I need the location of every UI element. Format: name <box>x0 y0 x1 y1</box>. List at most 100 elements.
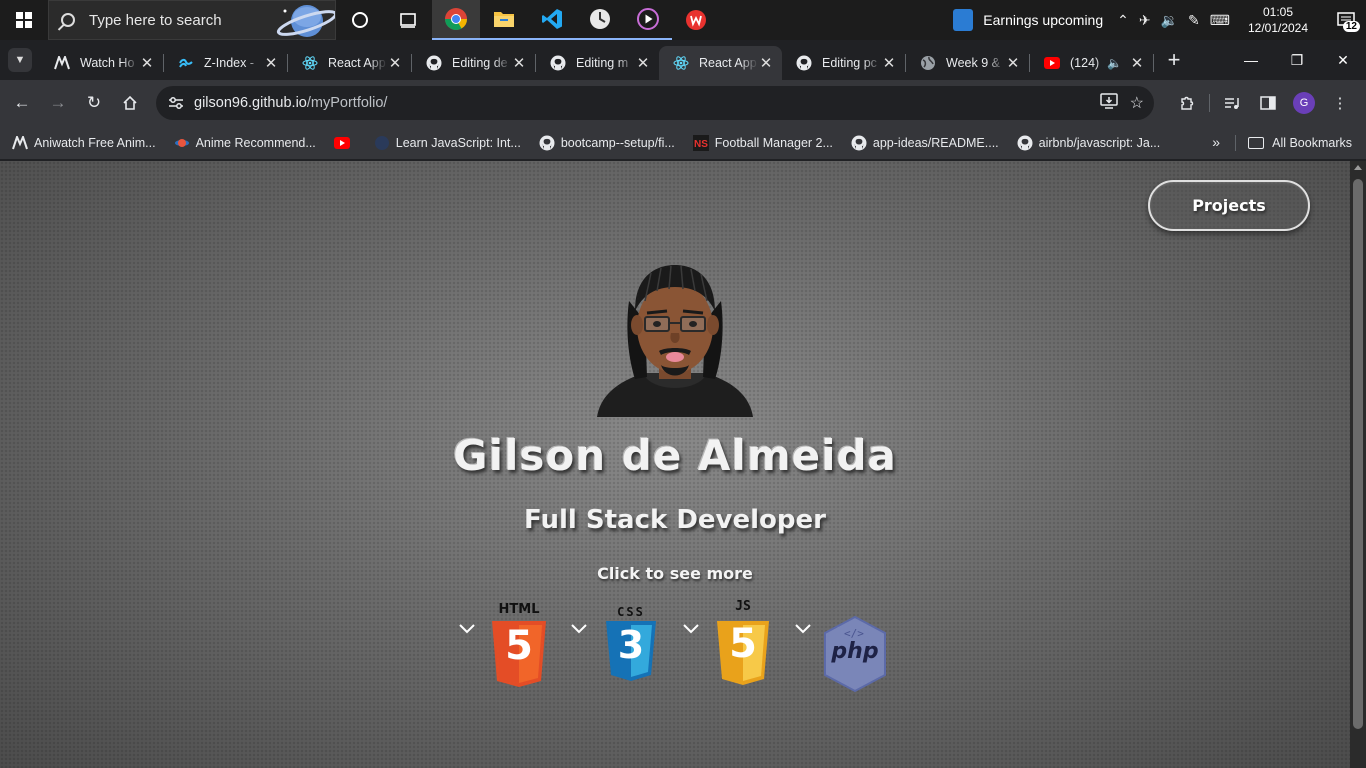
bookmark-item[interactable]: airbnb/javascript: Ja... <box>1017 135 1160 151</box>
bookmark-item[interactable]: bootcamp--setup/fi... <box>539 135 675 151</box>
media-player-icon[interactable] <box>624 0 672 40</box>
css3-logo[interactable]: CSS 3 <box>603 601 659 691</box>
tech-stack-row: HTML 5 CSS 3 JS 5 </> php <box>0 599 1350 701</box>
css3-label: CSS <box>617 605 645 619</box>
more-bookmarks-icon[interactable]: » <box>1212 134 1220 150</box>
chevron-down-icon[interactable] <box>794 623 812 635</box>
notification-center-button[interactable]: 12 <box>1326 0 1366 40</box>
tab-title: React App <box>328 56 386 70</box>
youtube-icon <box>333 135 350 151</box>
reload-icon[interactable]: ↻ <box>76 85 112 121</box>
projects-button[interactable]: Projects <box>1148 180 1310 231</box>
close-icon[interactable]: ✕ <box>1005 54 1021 72</box>
restore-icon[interactable]: ❐ <box>1274 40 1320 80</box>
tab-react-app[interactable]: React App ✕ <box>288 46 411 80</box>
chevron-down-icon[interactable] <box>458 623 476 635</box>
chevron-up-icon[interactable]: ⌃ <box>1117 12 1129 29</box>
file-explorer-icon[interactable] <box>480 0 528 40</box>
bookmarks-divider <box>1235 135 1236 151</box>
url-host: gilson96.github.io <box>194 95 307 111</box>
click-hint: Click to see more <box>597 564 753 583</box>
widgets-icon[interactable] <box>384 0 432 40</box>
close-icon[interactable]: ✕ <box>1129 54 1145 72</box>
forward-arrow-icon[interactable]: → <box>40 85 76 121</box>
scrollbar-thumb[interactable] <box>1353 179 1363 729</box>
scroll-up-arrow-icon[interactable] <box>1354 165 1362 170</box>
close-icon[interactable]: ✕ <box>511 54 527 72</box>
bookmark-item[interactable]: Aniwatch Free Anim... <box>12 135 156 151</box>
developer-name: Gilson de Almeida <box>453 431 897 480</box>
system-clock[interactable]: 01:05 12/01/2024 <box>1242 4 1314 36</box>
clock-app-icon[interactable] <box>576 0 624 40</box>
close-icon[interactable]: ✕ <box>758 54 774 72</box>
tab-editing-m[interactable]: Editing m ✕ <box>536 46 659 80</box>
bookmark-item[interactable]: Learn JavaScript: Int... <box>374 135 521 151</box>
bookmark-item[interactable]: app-ideas/README.... <box>851 135 999 151</box>
tab-week-9[interactable]: Week 9 & ✕ <box>906 46 1029 80</box>
vscode-icon[interactable] <box>528 0 576 40</box>
media-control-icon[interactable] <box>1214 85 1250 121</box>
github-icon <box>426 55 442 71</box>
system-tray: ⌃ ✈ 🔉 ✎ ⌨ <box>1117 12 1230 29</box>
address-url: gilson96.github.io/myPortfolio/ <box>194 95 387 111</box>
url-path: /myPortfolio/ <box>306 95 388 111</box>
chevron-down-icon[interactable] <box>682 623 700 635</box>
chevron-down-icon[interactable] <box>570 623 588 635</box>
svg-text:NS: NS <box>694 139 708 150</box>
network-icon[interactable]: ✈ <box>1139 12 1151 29</box>
earnings-widget[interactable]: Earnings upcoming <box>953 9 1103 31</box>
all-bookmarks-button[interactable]: All Bookmarks <box>1248 126 1352 160</box>
tab-editing-pc[interactable]: Editing pc ✕ <box>782 46 905 80</box>
new-tab-button[interactable]: + <box>1160 47 1188 73</box>
speaker-icon[interactable]: 🔈 <box>1107 56 1123 70</box>
tab-title: React App <box>699 56 757 70</box>
github-icon <box>550 55 566 71</box>
taskbar-search-placeholder: Type here to search <box>89 11 222 29</box>
taskbar-search-box[interactable]: Type here to search <box>48 0 336 40</box>
install-app-icon[interactable] <box>1099 92 1118 114</box>
close-icon[interactable]: ✕ <box>881 54 897 72</box>
close-icon[interactable]: ✕ <box>387 54 403 72</box>
close-icon[interactable]: ✕ <box>263 54 279 72</box>
page-scrollbar[interactable] <box>1350 161 1366 768</box>
close-window-icon[interactable]: ✕ <box>1320 40 1366 80</box>
close-icon[interactable]: ✕ <box>635 54 651 72</box>
window-controls: — ❐ ✕ <box>1228 40 1366 80</box>
home-icon[interactable] <box>112 85 148 121</box>
address-bar[interactable]: gilson96.github.io/myPortfolio/ ☆ <box>156 86 1154 120</box>
tab-youtube[interactable]: (124) 🔈 ✕ <box>1030 46 1153 80</box>
minimize-icon[interactable]: — <box>1228 40 1274 80</box>
keyboard-icon[interactable]: ⌨ <box>1210 12 1230 29</box>
tab-react-app-active[interactable]: React App ✕ <box>659 46 782 80</box>
html5-logo[interactable]: HTML 5 <box>489 601 549 691</box>
close-icon[interactable]: ✕ <box>139 54 155 72</box>
extensions-icon[interactable] <box>1169 85 1205 121</box>
bookmark-item[interactable]: Anime Recommend... <box>174 135 316 151</box>
chrome-taskbar-icon[interactable] <box>432 0 480 40</box>
tab-editing-de[interactable]: Editing de ✕ <box>412 46 535 80</box>
github-icon <box>851 135 867 151</box>
tab-z-index[interactable]: Z-Index - ✕ <box>164 46 287 80</box>
more-menu-icon[interactable]: ⋮ <box>1322 85 1358 121</box>
javascript-logo[interactable]: JS 5 <box>714 599 772 691</box>
bookmark-label: Anime Recommend... <box>195 135 316 150</box>
windows-start-button[interactable] <box>0 0 48 40</box>
pen-icon[interactable]: ✎ <box>1188 12 1200 29</box>
back-arrow-icon[interactable]: ← <box>4 85 40 121</box>
side-panel-icon[interactable] <box>1250 85 1286 121</box>
wps-office-icon[interactable] <box>672 0 720 40</box>
github-icon <box>1017 135 1033 151</box>
task-view-icon[interactable] <box>336 0 384 40</box>
tab-search-button[interactable]: ▼ <box>8 48 32 72</box>
bookmark-item-youtube[interactable] <box>333 135 356 151</box>
site-info-icon[interactable] <box>166 93 186 113</box>
php-logo[interactable]: </> php <box>822 601 888 693</box>
js-label: JS <box>735 599 751 614</box>
profile-avatar[interactable]: G <box>1286 85 1322 121</box>
youtube-icon <box>1044 55 1060 71</box>
aniwatch-icon <box>54 55 70 71</box>
volume-icon[interactable]: 🔉 <box>1161 12 1178 29</box>
tab-watch[interactable]: Watch Ho ✕ <box>40 46 163 80</box>
bookmark-star-icon[interactable]: ☆ <box>1130 93 1144 113</box>
bookmark-item[interactable]: NS Football Manager 2... <box>692 134 833 151</box>
